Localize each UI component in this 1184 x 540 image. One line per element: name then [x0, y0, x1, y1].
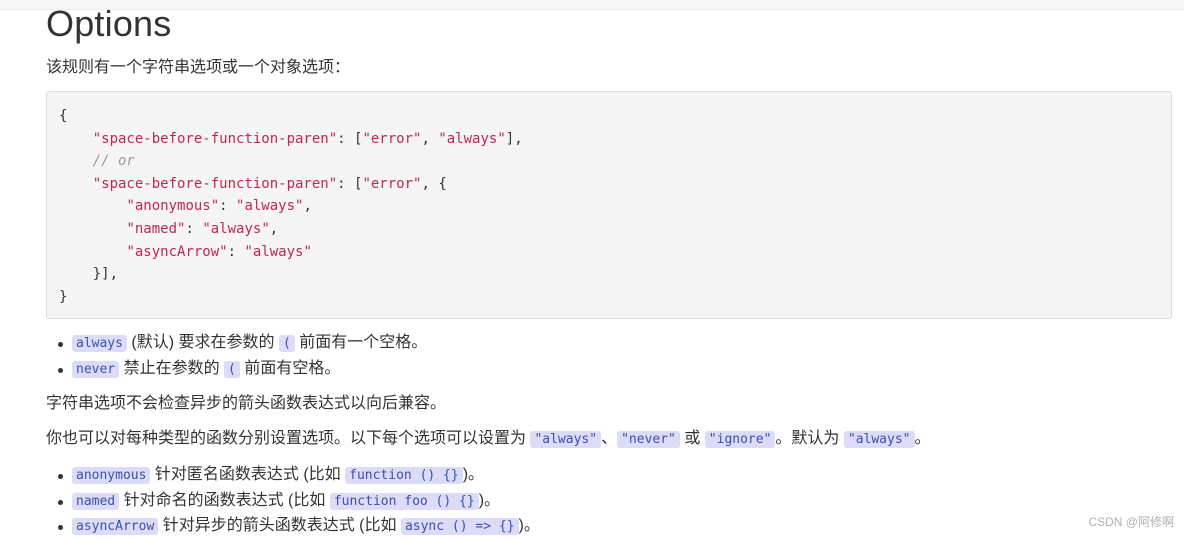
object-options-list: anonymous 针对匿名函数表达式 (比如 function () {})。… — [46, 463, 540, 540]
list-text: 针对匿名函数表达式 (比如 — [150, 466, 346, 483]
list-text: 前面有一个空格。 — [294, 334, 428, 351]
list-item: asyncArrow 针对异步的箭头函数表达式 (比如 async () => … — [46, 514, 540, 540]
inline-code: "always" — [843, 431, 915, 448]
code-key: "named" — [126, 220, 186, 237]
inline-code: ( — [278, 335, 295, 352]
inline-code: always — [72, 335, 127, 352]
list-item: always (默认) 要求在参数的 ( 前面有一个空格。 — [46, 331, 427, 357]
list-item: anonymous 针对匿名函数表达式 (比如 function () {})。 — [46, 463, 540, 489]
code-punct: , { — [421, 175, 447, 192]
list-text: )。 — [518, 517, 540, 534]
para-text: 或 — [679, 430, 705, 447]
object-options-para: 你也可以对每种类型的函数分别设置选项。以下每个选项可以设置为 "always"、… — [46, 428, 931, 451]
para-text: 你也可以对每种类型的函数分别设置选项。以下每个选项可以设置为 — [46, 430, 531, 447]
inline-code: function foo () {} — [329, 492, 479, 510]
top-bar — [0, 0, 1184, 10]
inline-code: anonymous — [72, 467, 151, 484]
inline-code: ( — [224, 360, 240, 378]
list-text: 禁止在参数的 — [119, 359, 225, 377]
inline-code: named — [72, 492, 120, 510]
code-string: "always" — [236, 198, 304, 215]
list-text: 前面有空格。 — [239, 359, 341, 377]
code-string: "error" — [362, 175, 422, 192]
intro-text: 该规则有一个字符串选项或一个对象选项： — [46, 59, 351, 76]
para-text: 。 — [914, 430, 931, 447]
code-key: "space-before-function-paren" — [92, 130, 338, 147]
list-item: named 针对命名的函数表达式 (比如 function foo () {})… — [46, 489, 540, 515]
code-punct: : [ — [337, 130, 363, 147]
code-key: "space-before-function-paren" — [92, 175, 338, 192]
list-text: (默认) 要求在参数的 — [126, 334, 279, 351]
code-close-inner: }], — [92, 266, 119, 283]
code-key: "anonymous" — [126, 198, 220, 215]
code-string: "always" — [438, 130, 506, 147]
code-key: "asyncArrow" — [126, 243, 228, 260]
string-options-list: always (默认) 要求在参数的 ( 前面有一个空格。 never 禁止在参… — [46, 331, 427, 382]
inline-code: asyncArrow — [72, 518, 159, 535]
para-text: 、 — [601, 430, 618, 447]
list-item: never 禁止在参数的 ( 前面有空格。 — [46, 357, 427, 383]
list-text: 针对命名的函数表达式 (比如 — [119, 491, 330, 509]
section-heading: Options — [46, 3, 172, 44]
code-punct: ], — [505, 130, 523, 147]
inline-code: function () {} — [345, 467, 463, 484]
watermark: CSDN @阿修啊 — [1088, 515, 1174, 529]
code-comment: // or — [92, 153, 135, 170]
para-text: 。默认为 — [775, 430, 844, 447]
inline-code: never — [72, 360, 120, 378]
list-text: 针对异步的箭头函数表达式 (比如 — [158, 517, 401, 534]
list-text: )。 — [462, 466, 485, 483]
list-text: )。 — [478, 491, 501, 509]
inline-code: "never" — [617, 431, 680, 448]
code-close-brace: } — [59, 288, 68, 305]
code-open-brace: { — [59, 108, 68, 124]
code-string: "always" — [244, 243, 312, 260]
code-punct: : [ — [337, 175, 363, 192]
inline-code: async () => {} — [400, 518, 519, 535]
code-string: "always" — [202, 220, 270, 237]
inline-code: "ignore" — [704, 431, 776, 448]
code-punct: , — [421, 130, 439, 147]
config-code-block: { "space-before-function-paren": ["error… — [46, 91, 1172, 319]
code-string: "error" — [362, 130, 422, 147]
compat-note: 字符串选项不会检查异步的箭头函数表达式以向后兼容。 — [46, 395, 447, 412]
inline-code: "always" — [530, 431, 602, 448]
